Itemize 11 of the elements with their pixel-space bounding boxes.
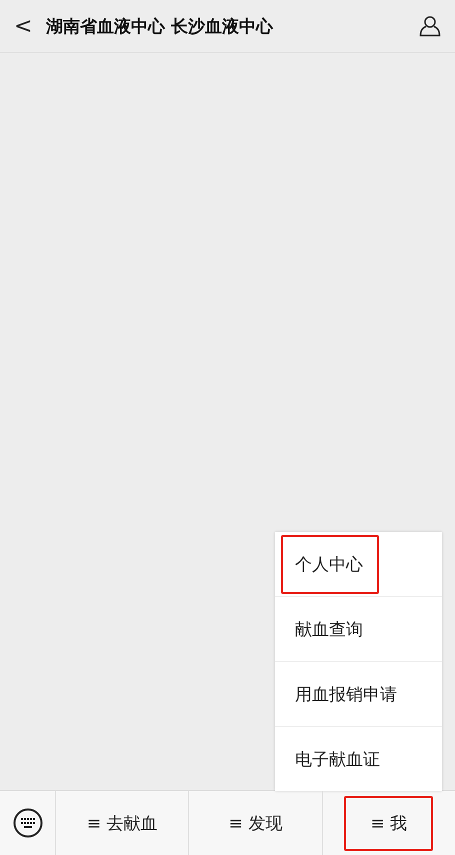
menu-tab[interactable]: ≡ 我 (344, 796, 434, 850)
menu-tab[interactable]: ≡ 发现 (216, 794, 294, 852)
menu-item[interactable]: 用血报销申请 (281, 664, 413, 724)
page-title: 湖南省血液中心 长沙血液中心 (46, 16, 274, 38)
menu-item[interactable]: 电子献血证 (281, 730, 396, 788)
keyboard-icon[interactable] (12, 808, 42, 838)
back-button[interactable]: < (14, 14, 40, 38)
menu-item[interactable]: 献血查询 (281, 600, 379, 658)
menu-item[interactable]: 个人中心 (281, 534, 379, 594)
menu-tab[interactable]: ≡ 去献血 (74, 794, 170, 852)
user-icon[interactable] (419, 15, 441, 37)
